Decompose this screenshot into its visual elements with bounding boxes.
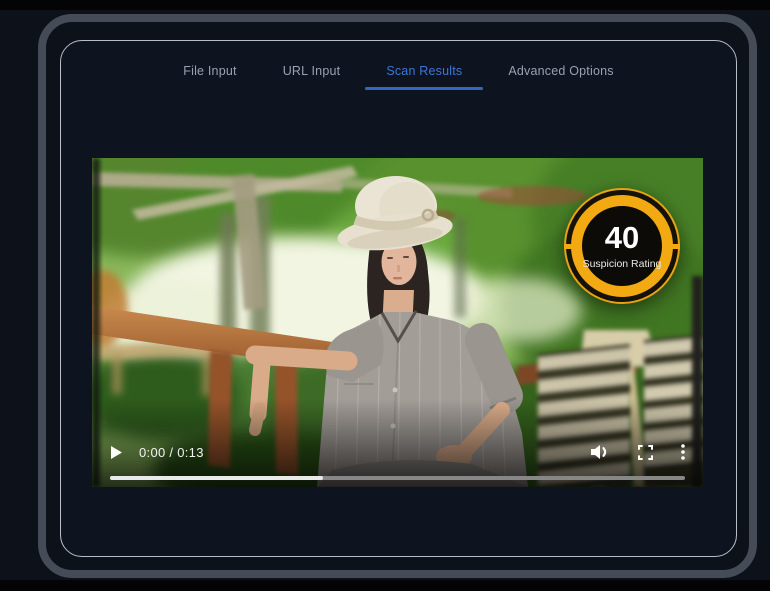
fullscreen-icon[interactable] — [638, 445, 653, 460]
video-player[interactable]: 40 Suspicion Rating 0:00 / 0:13 — [92, 158, 703, 487]
suspicion-rating-value: 40 — [605, 222, 639, 253]
tab-file-input[interactable]: File Input — [167, 58, 252, 84]
kebab-menu-icon[interactable] — [681, 444, 685, 460]
seek-bar-buffered — [110, 476, 323, 480]
tab-bar: File Input URL Input Scan Results Advanc… — [60, 58, 737, 84]
suspicion-rating-ring: 40 Suspicion Rating — [571, 195, 673, 297]
suspicion-rating-label: Suspicion Rating — [583, 258, 662, 270]
bottom-black-strip — [0, 580, 770, 591]
app-window: File Input URL Input Scan Results Advanc… — [0, 0, 770, 591]
tab-advanced-options[interactable]: Advanced Options — [492, 58, 629, 84]
active-tab-underline — [365, 87, 483, 90]
player-controls: 0:00 / 0:13 — [92, 441, 703, 463]
tab-scan-results-label: Scan Results — [386, 64, 462, 78]
volume-icon[interactable] — [590, 444, 610, 460]
play-icon[interactable] — [110, 445, 123, 460]
suspicion-rating-badge: 40 Suspicion Rating — [564, 188, 680, 304]
time-display: 0:00 / 0:13 — [139, 445, 204, 460]
tab-url-input[interactable]: URL Input — [267, 58, 357, 84]
seek-bar[interactable] — [110, 476, 685, 480]
tab-scan-results[interactable]: Scan Results — [370, 58, 478, 84]
top-black-strip — [0, 0, 770, 10]
